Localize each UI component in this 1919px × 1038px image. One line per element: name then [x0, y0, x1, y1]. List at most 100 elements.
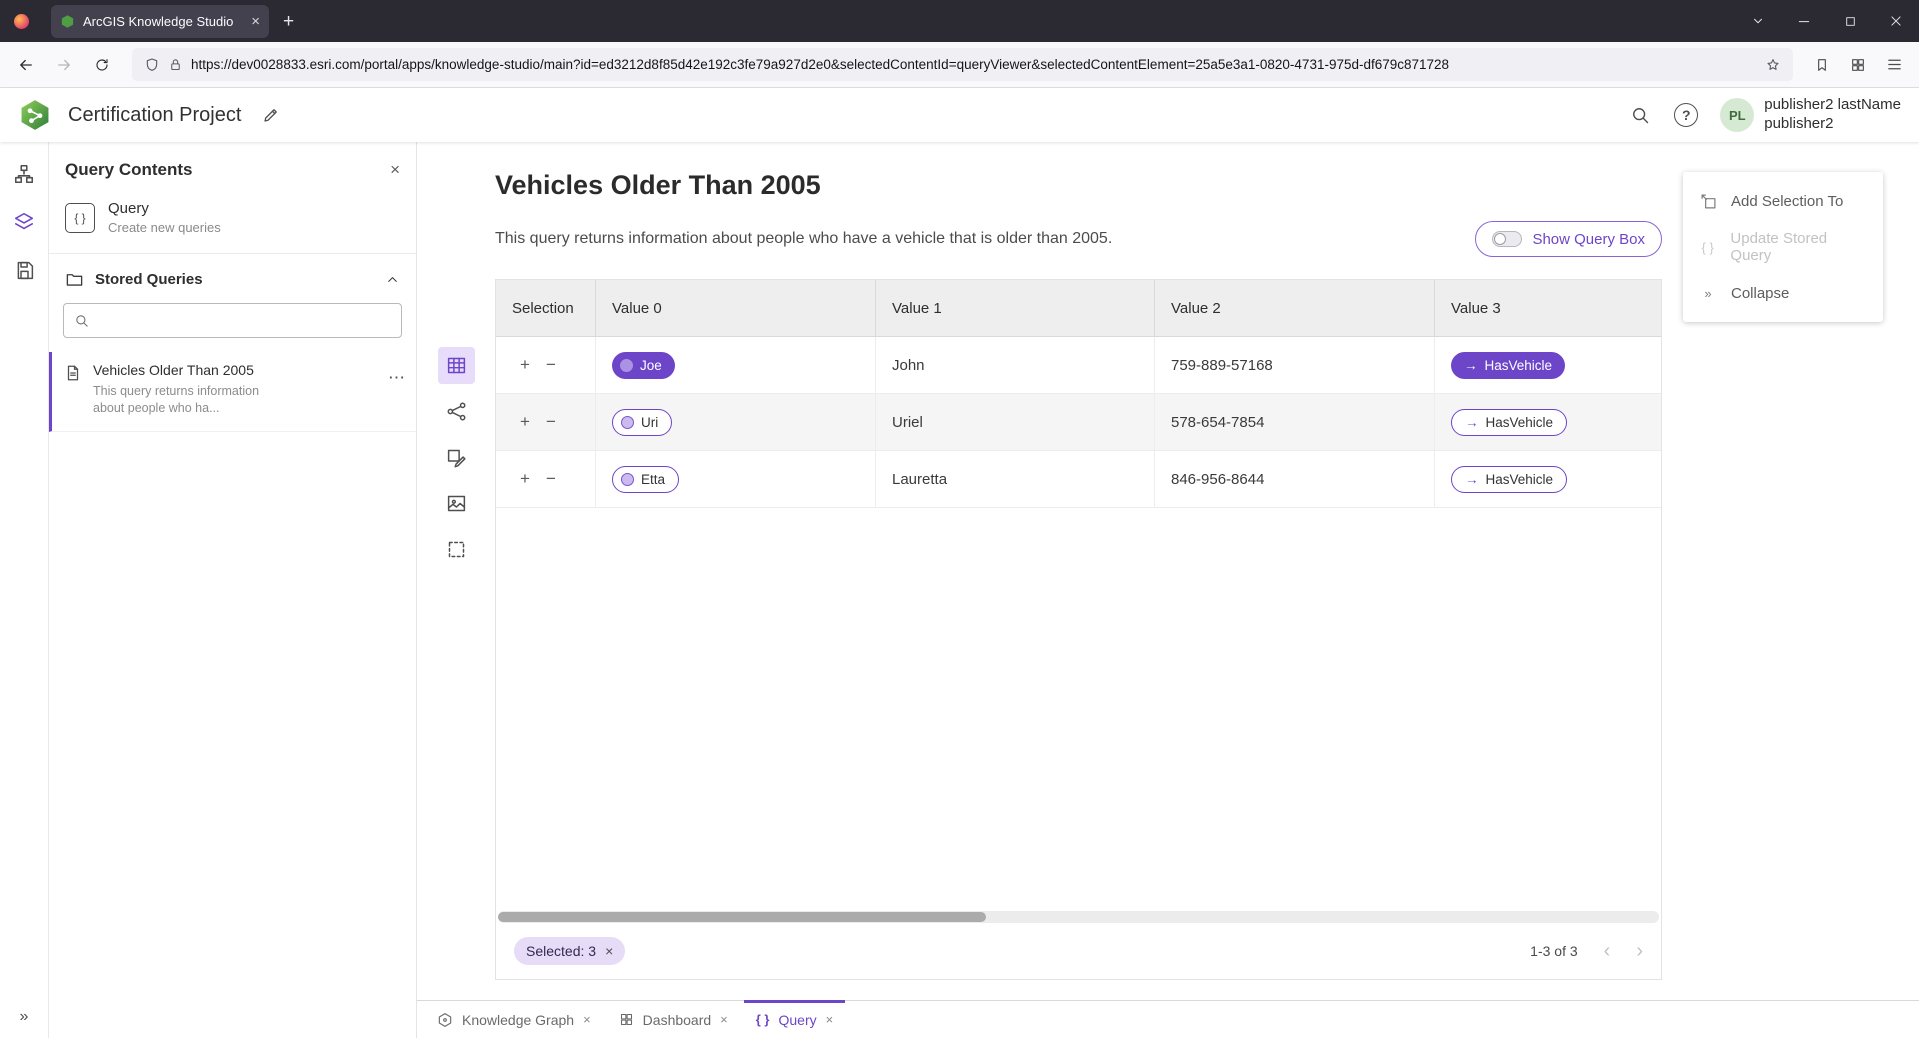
cell-value: John: [876, 337, 1155, 393]
back-button[interactable]: [10, 49, 42, 81]
braces-icon: { }: [756, 1012, 770, 1027]
chart-icon[interactable]: [438, 439, 475, 476]
close-tab-icon[interactable]: ×: [826, 1012, 834, 1027]
entity-pill[interactable]: Etta: [612, 466, 679, 493]
menu-icon[interactable]: [1879, 50, 1909, 80]
column-header[interactable]: Value 1: [876, 280, 1155, 336]
lock-icon[interactable]: [168, 57, 183, 72]
chevron-up-icon[interactable]: [385, 272, 400, 287]
browser-tab-title: ArcGIS Knowledge Studio: [83, 14, 243, 29]
entity-pill[interactable]: Joe: [612, 352, 675, 379]
table-row[interactable]: +− Uri Uriel 578-654-7854 →HasVehicle: [496, 394, 1661, 451]
relationship-pill[interactable]: →HasVehicle: [1451, 409, 1567, 436]
close-tab-icon[interactable]: ×: [720, 1012, 728, 1027]
window-close-button[interactable]: [1873, 0, 1919, 42]
collapse-row-icon[interactable]: −: [546, 469, 556, 489]
expand-row-icon[interactable]: +: [520, 412, 530, 432]
tab-query[interactable]: { } Query ×: [742, 1001, 847, 1038]
edit-title-icon[interactable]: [253, 97, 289, 133]
window-minimize-button[interactable]: [1781, 0, 1827, 42]
reload-button[interactable]: [86, 49, 118, 81]
browser-logo-icon[interactable]: [14, 14, 29, 29]
query-description: This query returns information about peo…: [495, 230, 1112, 248]
tracking-shield-icon[interactable]: [144, 57, 160, 73]
previous-page-icon[interactable]: ‹: [1604, 941, 1611, 961]
page-range-label: 1-3 of 3: [1530, 943, 1577, 959]
collapse-row-icon[interactable]: −: [546, 355, 556, 375]
link-chart-icon[interactable]: [438, 393, 475, 430]
window-maximize-button[interactable]: [1827, 0, 1873, 42]
tab-label: Dashboard: [643, 1012, 712, 1028]
tab-dashboard[interactable]: Dashboard ×: [605, 1001, 742, 1038]
scrollbar-thumb[interactable]: [498, 912, 986, 922]
tab-label: Query: [779, 1012, 817, 1028]
extensions-icon[interactable]: [1843, 50, 1873, 80]
address-bar[interactable]: https://dev0028833.esri.com/portal/apps/…: [132, 48, 1793, 81]
layers-icon[interactable]: [12, 210, 36, 234]
map-icon[interactable]: [438, 485, 475, 522]
forward-button[interactable]: [48, 49, 80, 81]
relationship-pill[interactable]: →HasVehicle: [1451, 466, 1567, 493]
horizontal-scrollbar[interactable]: [498, 911, 1659, 923]
new-tab-button[interactable]: +: [283, 12, 294, 31]
bookmark-star-icon[interactable]: [1765, 57, 1781, 73]
stored-queries-label: Stored Queries: [95, 271, 374, 288]
cell-value: 578-654-7854: [1155, 394, 1435, 450]
table-footer: Selected: 3 × 1-3 of 3 ‹ ›: [496, 923, 1661, 979]
menu-item-collapse[interactable]: » Collapse: [1683, 270, 1883, 316]
tab-close-icon[interactable]: ×: [251, 14, 260, 29]
search-input[interactable]: [98, 313, 391, 329]
view-toolbar: [417, 279, 495, 980]
cell-value: 846-956-8644: [1155, 451, 1435, 507]
favicon-icon: [60, 14, 75, 29]
help-icon[interactable]: ?: [1668, 97, 1704, 133]
hierarchy-icon[interactable]: [12, 162, 36, 186]
clear-selection-icon[interactable]: ×: [605, 943, 613, 959]
user-avatar[interactable]: PL: [1720, 98, 1754, 132]
tab-list-icon[interactable]: [1735, 0, 1781, 42]
table-row[interactable]: +− Etta Lauretta 846-956-8644 →HasVehicl…: [496, 451, 1661, 508]
column-header[interactable]: Selection: [496, 280, 596, 336]
menu-item-add-selection-to[interactable]: Add Selection To: [1683, 178, 1883, 224]
tab-label: Knowledge Graph: [462, 1012, 574, 1028]
table-view-icon[interactable]: [438, 347, 475, 384]
collapse-row-icon[interactable]: −: [546, 412, 556, 432]
expand-rail-icon[interactable]: »: [0, 1008, 48, 1026]
url-text[interactable]: https://dev0028833.esri.com/portal/apps/…: [191, 57, 1757, 72]
next-page-icon[interactable]: ›: [1636, 941, 1643, 961]
relationship-pill[interactable]: →HasVehicle: [1451, 352, 1565, 379]
show-query-box-toggle[interactable]: Show Query Box: [1475, 221, 1662, 257]
new-query-item[interactable]: { } Query Create new queries: [49, 192, 416, 254]
save-icon[interactable]: [12, 258, 36, 282]
column-header[interactable]: Value 3: [1435, 280, 1661, 336]
close-tab-icon[interactable]: ×: [583, 1012, 591, 1027]
toggle-track: [1492, 231, 1522, 247]
search-icon[interactable]: [1622, 97, 1658, 133]
panel-close-icon[interactable]: ×: [390, 160, 400, 180]
browser-tabbar: ArcGIS Knowledge Studio × +: [0, 0, 1919, 42]
pocket-icon[interactable]: [1807, 50, 1837, 80]
new-query-label: Query: [108, 200, 221, 217]
selected-count-chip[interactable]: Selected: 3 ×: [514, 937, 625, 965]
select-tool-icon[interactable]: [438, 531, 475, 568]
column-header[interactable]: Value 0: [596, 280, 876, 336]
stored-queries-searchbox[interactable]: [63, 303, 402, 338]
stored-queries-header[interactable]: Stored Queries: [49, 254, 416, 301]
folder-icon: [65, 270, 84, 289]
expand-row-icon[interactable]: +: [520, 355, 530, 375]
page-title: Vehicles Older Than 2005: [495, 170, 1662, 201]
expand-row-icon[interactable]: +: [520, 469, 530, 489]
item-overflow-icon[interactable]: ⋯: [388, 368, 406, 388]
table-header-row: Selection Value 0 Value 1 Value 2 Value …: [496, 280, 1661, 337]
stored-query-item[interactable]: Vehicles Older Than 2005 This query retu…: [49, 352, 416, 432]
collapse-icon: »: [1698, 286, 1718, 301]
user-name: publisher2 lastName: [1764, 96, 1901, 115]
tab-knowledge-graph[interactable]: Knowledge Graph ×: [423, 1001, 605, 1038]
table-row[interactable]: +− Joe John 759-889-57168 →HasVehicle: [496, 337, 1661, 394]
menu-item-update-stored-query[interactable]: { } Update Stored Query: [1683, 224, 1883, 270]
browser-tab[interactable]: ArcGIS Knowledge Studio ×: [51, 5, 269, 38]
user-info[interactable]: publisher2 lastName publisher2: [1764, 96, 1901, 134]
column-header[interactable]: Value 2: [1155, 280, 1435, 336]
knowledge-graph-icon: [437, 1012, 453, 1028]
entity-pill[interactable]: Uri: [612, 409, 672, 436]
